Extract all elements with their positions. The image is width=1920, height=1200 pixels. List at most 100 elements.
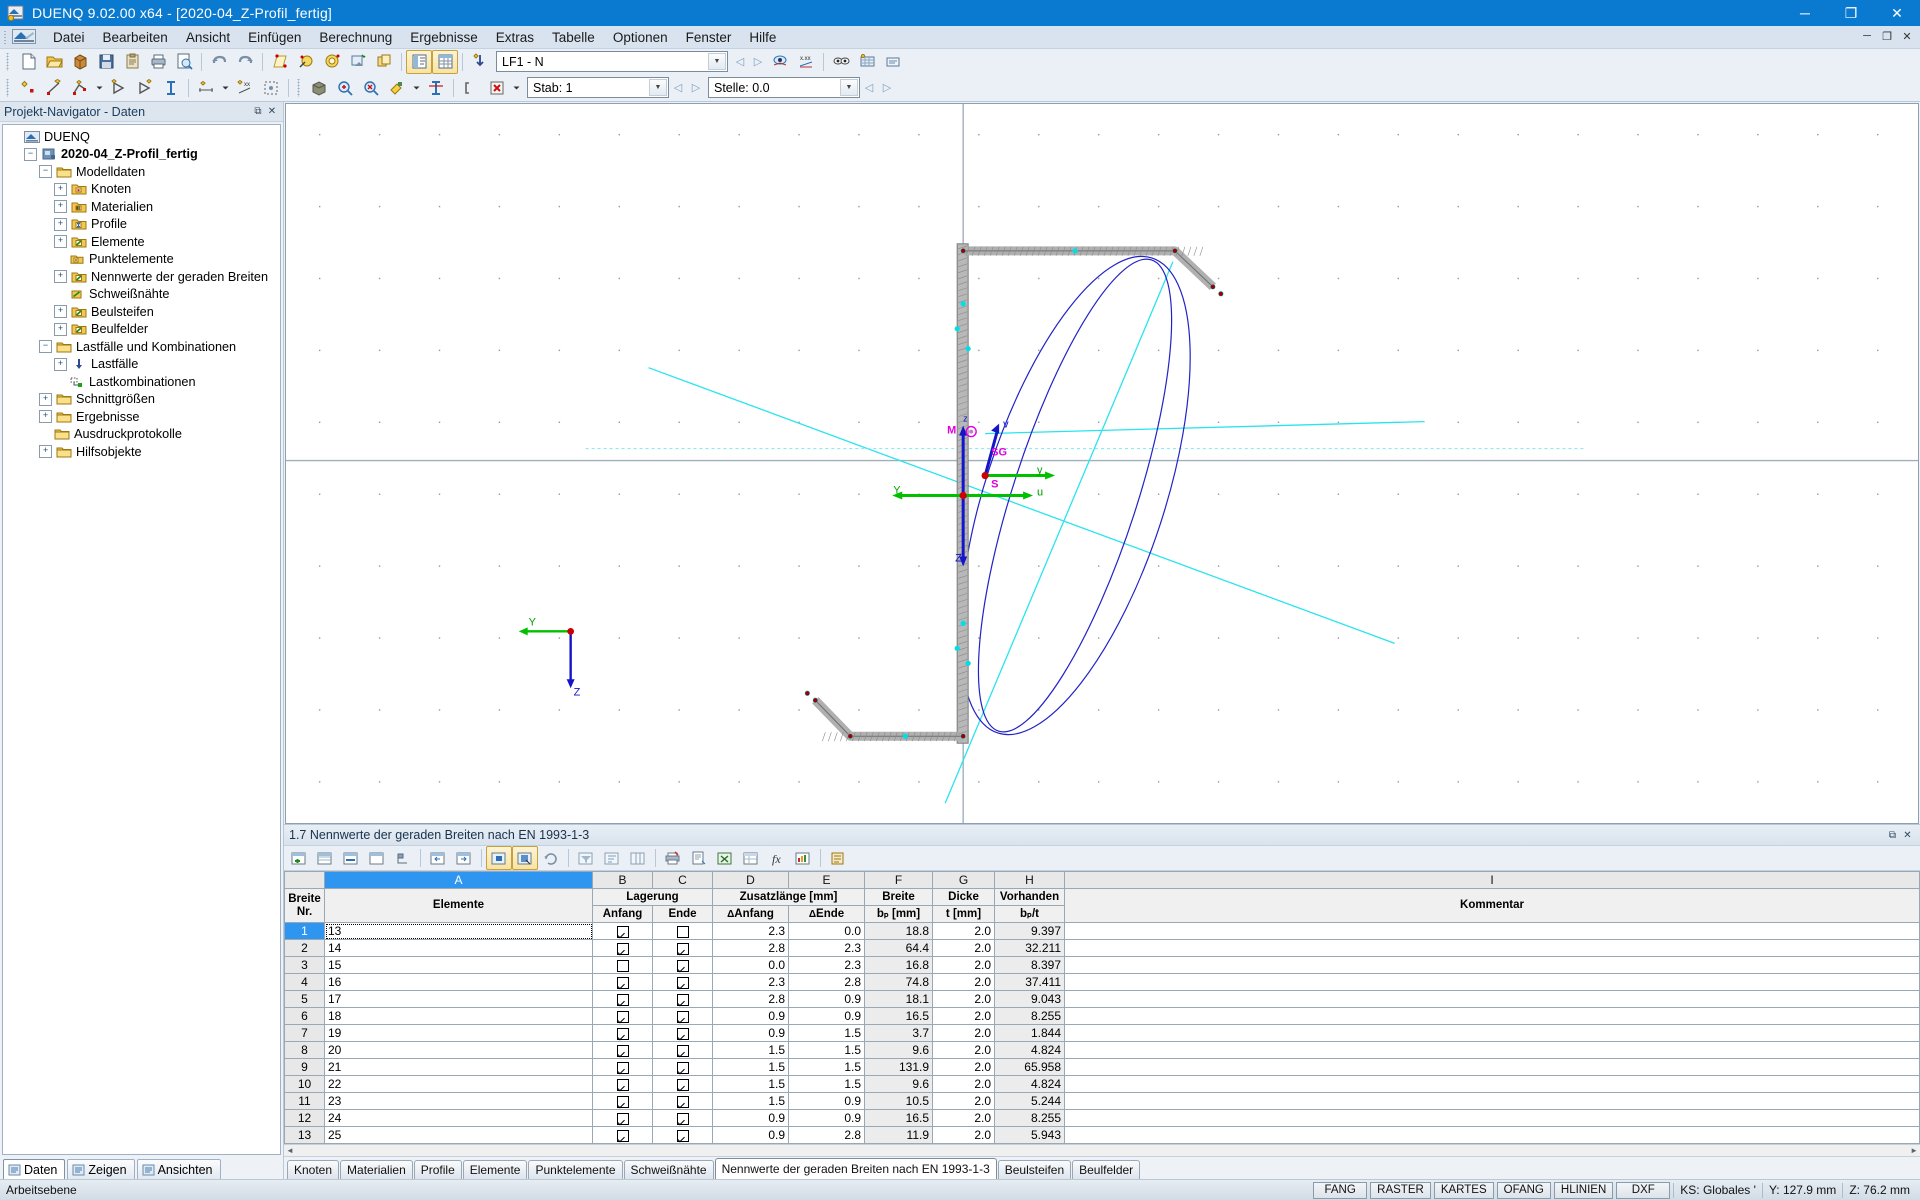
location-prev-button[interactable]: ◁ (860, 78, 878, 98)
chart-icon[interactable] (790, 846, 816, 870)
select-region-icon[interactable] (267, 50, 293, 74)
tree-node-nennwerte-der-geraden-breiten[interactable]: + Nennwerte der geraden Breiten (3, 268, 280, 286)
cell-lagerung-anfang[interactable] (592, 1007, 653, 1025)
cell-lagerung-anfang[interactable] (592, 1075, 653, 1093)
zoom-out-icon[interactable] (358, 76, 384, 100)
dropdown-delete-icon[interactable] (510, 76, 523, 100)
checkbox[interactable] (616, 1112, 629, 1125)
table-scrollbar[interactable]: ◄ ► (284, 1144, 1920, 1156)
export-right-icon[interactable] (451, 846, 477, 870)
checkbox[interactable] (616, 1078, 629, 1091)
cell-elemente[interactable]: 14 (324, 939, 593, 957)
cell-zusatz-ende[interactable]: 1.5 (788, 1075, 865, 1093)
cell-kommentar[interactable] (1064, 1058, 1920, 1076)
cell-breite-bp[interactable]: 10.5 (864, 1092, 933, 1110)
cell-vorhanden-bpt[interactable]: 8.397 (994, 956, 1065, 974)
new-element-icon[interactable] (41, 76, 67, 100)
cell-zusatz-anfang[interactable]: 1.5 (712, 1092, 789, 1110)
menu-item-datei[interactable]: Datei (44, 28, 94, 47)
cell-vorhanden-bpt[interactable]: 4.824 (994, 1075, 1065, 1093)
chevron-down-icon-location[interactable]: ▼ (840, 79, 858, 96)
cell-zusatz-ende[interactable]: 0.9 (788, 1109, 865, 1127)
visibility-icon[interactable] (828, 50, 854, 74)
cell-zusatz-ende[interactable]: 2.3 (788, 939, 865, 957)
cell-elemente[interactable]: 13 (324, 922, 593, 940)
undo-icon[interactable] (206, 50, 232, 74)
print-table-icon[interactable] (660, 846, 686, 870)
menu-item-ansicht[interactable]: Ansicht (177, 28, 239, 47)
region-select-icon[interactable] (258, 76, 284, 100)
tree-expander-plus[interactable]: + (54, 182, 67, 196)
cell-dicke-t[interactable]: 2.0 (932, 1041, 995, 1059)
menu-item-berechnung[interactable]: Berechnung (310, 28, 401, 47)
tree-expander-plus[interactable]: + (54, 322, 67, 336)
export-left-icon[interactable] (425, 846, 451, 870)
table-tab-knoten[interactable]: Knoten (287, 1160, 340, 1179)
table-tab-profile[interactable]: Profile (413, 1160, 462, 1179)
select-all-icon[interactable] (319, 50, 345, 74)
select-in-graphics-icon[interactable] (486, 846, 512, 870)
navigator-tab-zeigen[interactable]: Zeigen (67, 1159, 135, 1179)
menu-grip[interactable] (2, 29, 10, 45)
tree-expander-plus[interactable]: + (39, 392, 52, 406)
cell-kommentar[interactable] (1064, 990, 1920, 1008)
tree-expander-minus[interactable]: − (39, 340, 52, 354)
tree-node-duenq[interactable]: DUENQ (3, 128, 280, 146)
delete-results-icon[interactable] (484, 76, 510, 100)
table-row[interactable]: 7 19 0.9 1.5 3.7 2.0 1.844 (284, 1024, 1920, 1042)
cell-elemente[interactable]: 20 (324, 1041, 593, 1059)
checkbox[interactable] (676, 993, 689, 1006)
cell-dicke-t[interactable]: 2.0 (932, 1058, 995, 1076)
cell-kommentar[interactable] (1064, 1109, 1920, 1127)
cell-elemente[interactable]: 16 (324, 973, 593, 991)
navigator-tree[interactable]: DUENQ −2020-04_Z-Profil_fertig − Modelldate… (2, 124, 281, 1155)
cell-kommentar[interactable] (1064, 1126, 1920, 1144)
new-node-icon[interactable] (15, 76, 41, 100)
cell-lagerung-anfang[interactable] (592, 1058, 653, 1076)
checkbox[interactable] (616, 942, 629, 955)
tree-expander-plus[interactable]: + (39, 410, 52, 424)
column-header-I[interactable]: I (1064, 871, 1920, 889)
tree-node-profile[interactable]: + Profile (3, 216, 280, 234)
table-row[interactable]: 6 18 0.9 0.9 16.5 2.0 8.255 (284, 1007, 1920, 1025)
tree-node-materialien[interactable]: + Materialien (3, 198, 280, 216)
table-grid-container[interactable]: A B C D E F G H I Breite Nr. Elemente Lagerung Zusatz… (284, 871, 1920, 1144)
tree-node-lastkombinationen[interactable]: Lastkombinationen (3, 373, 280, 391)
cell-elemente[interactable]: 15 (324, 956, 593, 974)
tree-expander-plus[interactable]: + (54, 217, 67, 231)
print-preview-icon[interactable] (171, 50, 197, 74)
cell-lagerung-anfang[interactable] (592, 1024, 653, 1042)
cell-vorhanden-bpt[interactable]: 1.844 (994, 1024, 1065, 1042)
profile-drawing[interactable]: Y Z M SG S Y y u Z v z (286, 104, 1918, 824)
cell-elemente[interactable]: 19 (324, 1024, 593, 1042)
column-header-A[interactable]: A (324, 871, 593, 889)
status-toggle-hlinien[interactable]: HLINIEN (1553, 1181, 1614, 1199)
tree-node-ausdruckprotokolle[interactable]: Ausdruckprotokolle (3, 426, 280, 444)
cell-zusatz-anfang[interactable]: 2.3 (712, 973, 789, 991)
cell-elemente[interactable]: 17 (324, 990, 593, 1008)
tree-expander-minus[interactable]: − (24, 147, 37, 161)
menu-item-bearbeiten[interactable]: Bearbeiten (94, 28, 177, 47)
save-icon[interactable] (93, 50, 119, 74)
cell-vorhanden-bpt[interactable]: 9.397 (994, 922, 1065, 940)
checkbox[interactable] (616, 1010, 629, 1023)
tree-node-beulfelder[interactable]: + Beulfelder (3, 321, 280, 339)
navigator-pin-button[interactable]: ⧉ (251, 106, 265, 117)
cell-dicke-t[interactable]: 2.0 (932, 990, 995, 1008)
tree-node-ergebnisse[interactable]: + Ergebnisse (3, 408, 280, 426)
location-next-button[interactable]: ▷ (878, 78, 896, 98)
cell-breite-bp[interactable]: 131.9 (864, 1058, 933, 1076)
cell-kommentar[interactable] (1064, 956, 1920, 974)
cell-dicke-t[interactable]: 2.0 (932, 1092, 995, 1110)
cell-zusatz-ende[interactable]: 2.3 (788, 956, 865, 974)
cell-dicke-t[interactable]: 2.0 (932, 939, 995, 957)
cell-breite-bp[interactable]: 9.6 (864, 1041, 933, 1059)
cell-breite-bp[interactable]: 16.5 (864, 1007, 933, 1025)
cell-elemente[interactable]: 21 (324, 1058, 593, 1076)
new-section-icon[interactable] (106, 76, 132, 100)
cell-kommentar[interactable] (1064, 1041, 1920, 1059)
open-model-icon[interactable] (67, 50, 93, 74)
cell-kommentar[interactable] (1064, 1075, 1920, 1093)
cell-vorhanden-bpt[interactable]: 8.255 (994, 1007, 1065, 1025)
row-header[interactable]: 4 (284, 973, 325, 991)
